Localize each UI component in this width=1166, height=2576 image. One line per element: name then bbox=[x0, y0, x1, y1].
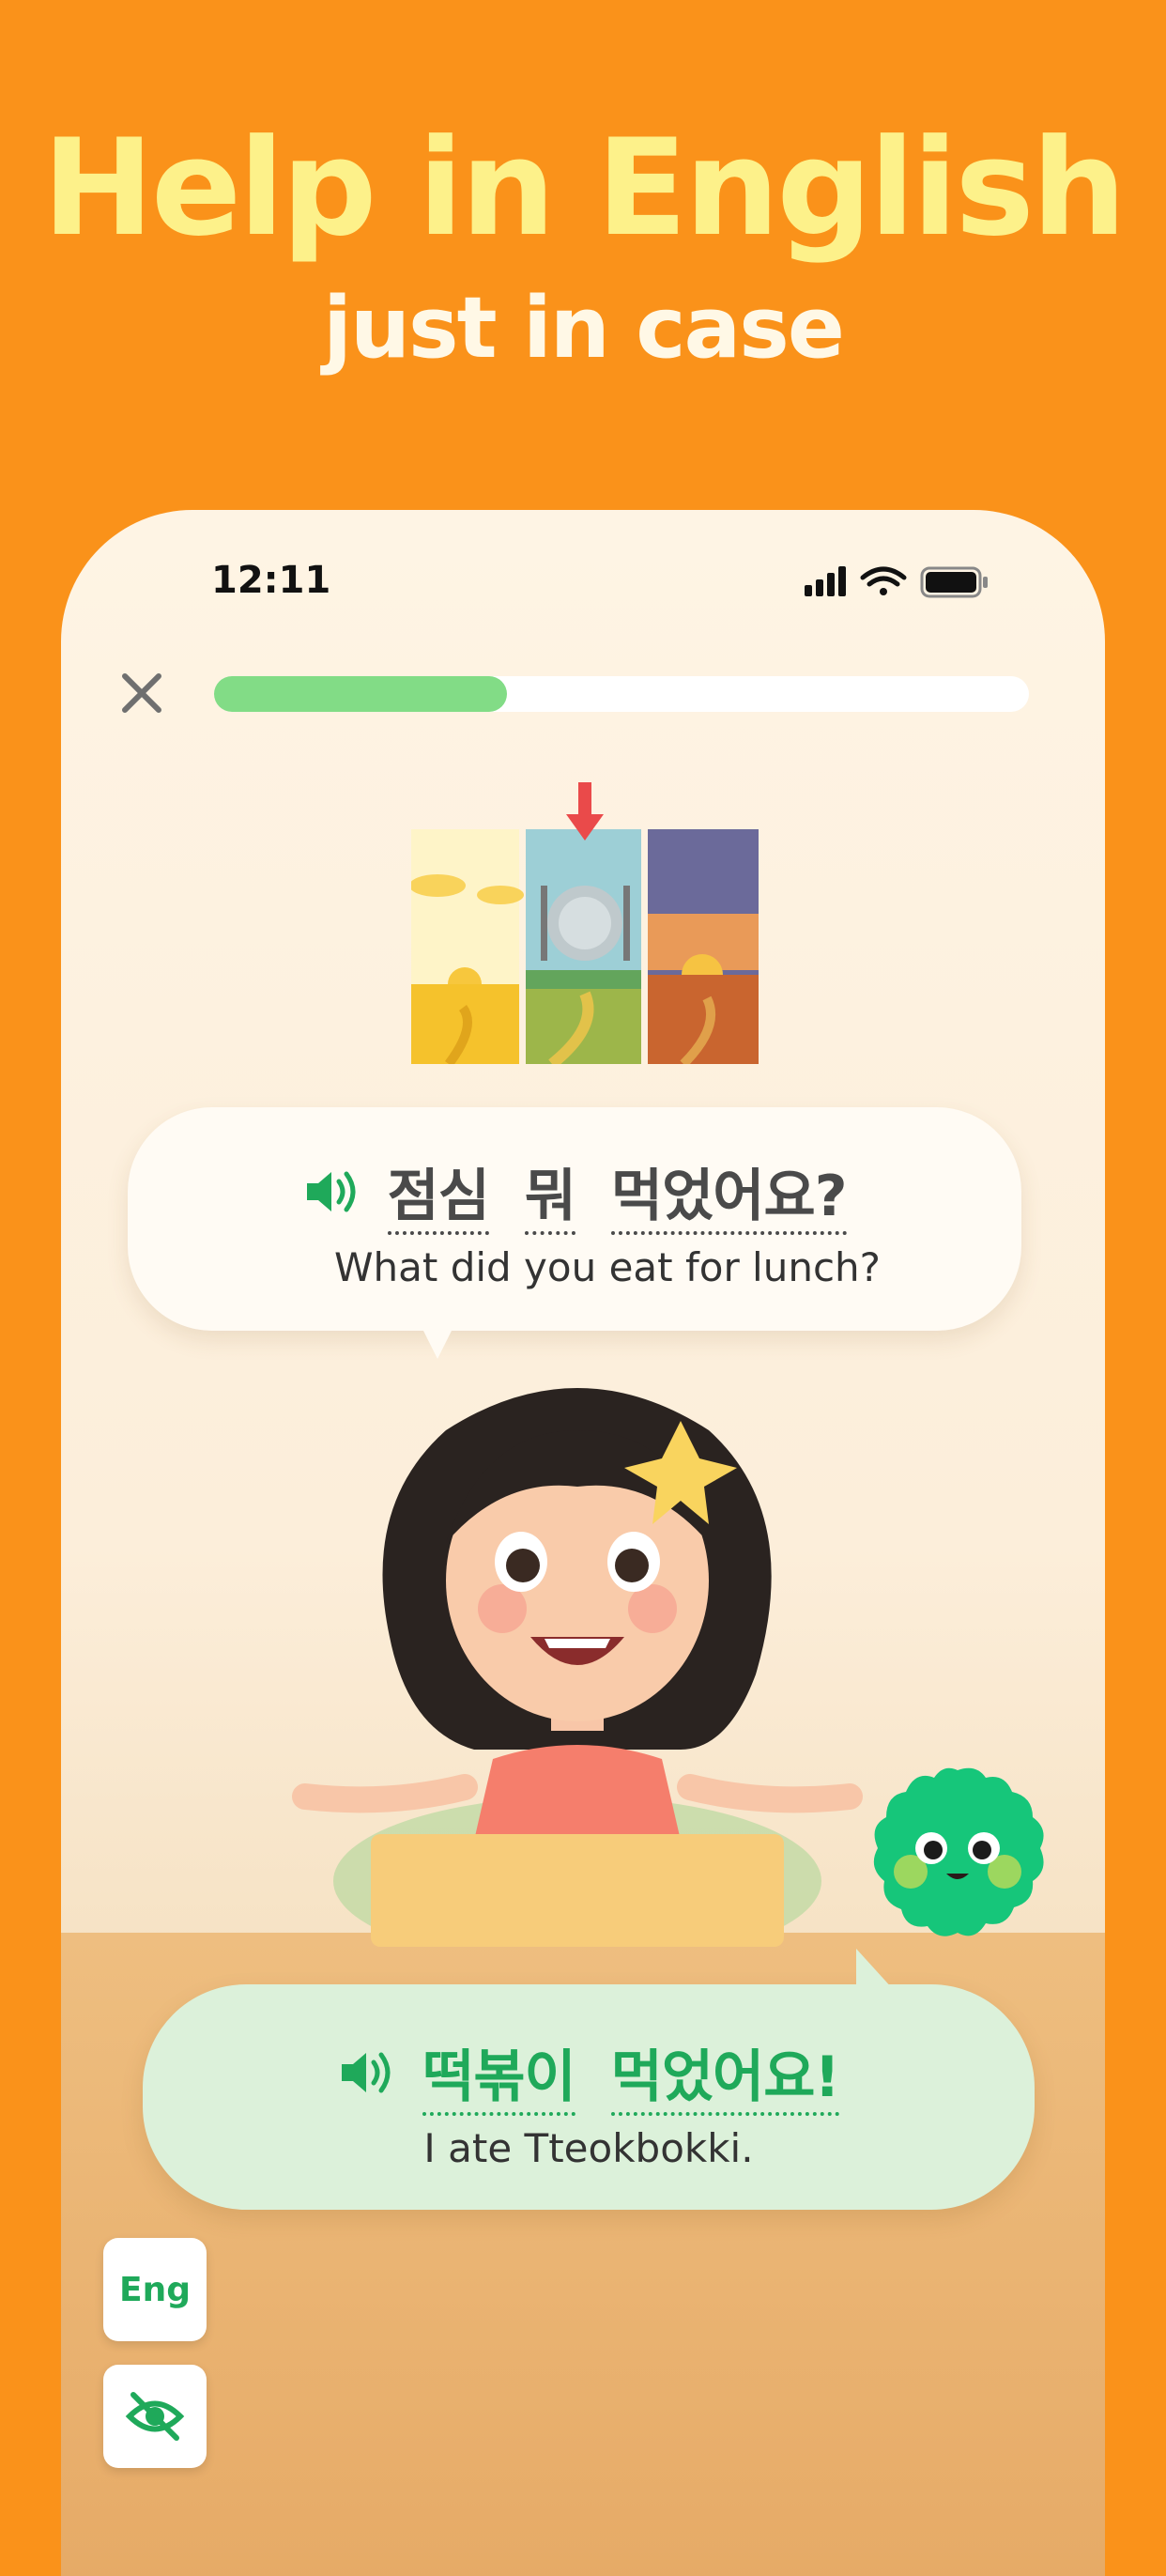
green-mascot-icon bbox=[873, 1767, 1044, 1936]
girl-character-illustration bbox=[292, 1388, 863, 1947]
english-toggle-button[interactable]: Eng bbox=[103, 2238, 207, 2341]
answer-korean: 떡볶이 먹었어요! bbox=[422, 2031, 840, 2116]
status-time: 12:11 bbox=[211, 559, 331, 602]
question-english: What did you eat for lunch? bbox=[334, 1244, 881, 1290]
evening-panel bbox=[648, 829, 759, 1064]
wifi-icon bbox=[860, 566, 907, 595]
speaker-icon[interactable] bbox=[338, 2047, 396, 2098]
word-token[interactable]: 떡볶이 bbox=[422, 2044, 576, 2116]
close-icon[interactable] bbox=[114, 665, 170, 721]
promo-subheadline: just in case bbox=[323, 279, 845, 378]
cellular-signal-icon bbox=[805, 566, 846, 596]
word-token[interactable]: 점심 bbox=[387, 1164, 490, 1235]
word-token[interactable]: 먹었어요! bbox=[610, 2044, 840, 2116]
battery-icon bbox=[920, 566, 988, 598]
word-token[interactable]: 뭐 bbox=[524, 1164, 576, 1235]
promo-headline: Help in English bbox=[42, 111, 1127, 266]
lesson-progress-bar bbox=[214, 676, 1029, 712]
answer-bubble: 떡볶이 먹었어요! I ate Tteokbokki. bbox=[143, 1949, 1035, 2210]
eye-off-icon bbox=[125, 2392, 185, 2441]
word-token[interactable]: 먹었어요? bbox=[610, 1164, 847, 1235]
hide-hint-button[interactable] bbox=[103, 2365, 207, 2468]
bubble-tail bbox=[419, 1321, 456, 1359]
english-toggle-label: Eng bbox=[119, 2270, 191, 2309]
time-of-day-panels-icon bbox=[411, 782, 759, 1064]
question-bubble: 점심 뭐 먹었어요? What did you eat for lunch? bbox=[128, 1107, 1021, 1359]
speaker-icon[interactable] bbox=[303, 1166, 361, 1217]
morning-panel bbox=[411, 829, 524, 1064]
phone-screen: 12:11 점심 뭐 먹었어요? What did you eat for lu… bbox=[61, 510, 1105, 2576]
question-korean: 점심 뭐 먹었어요? bbox=[387, 1150, 847, 1235]
bubble-tail bbox=[856, 1949, 894, 1990]
answer-english: I ate Tteokbokki. bbox=[423, 2125, 754, 2171]
lesson-progress-fill bbox=[214, 676, 508, 712]
status-bar-icons bbox=[805, 566, 988, 598]
lunch-panel bbox=[526, 829, 641, 1064]
